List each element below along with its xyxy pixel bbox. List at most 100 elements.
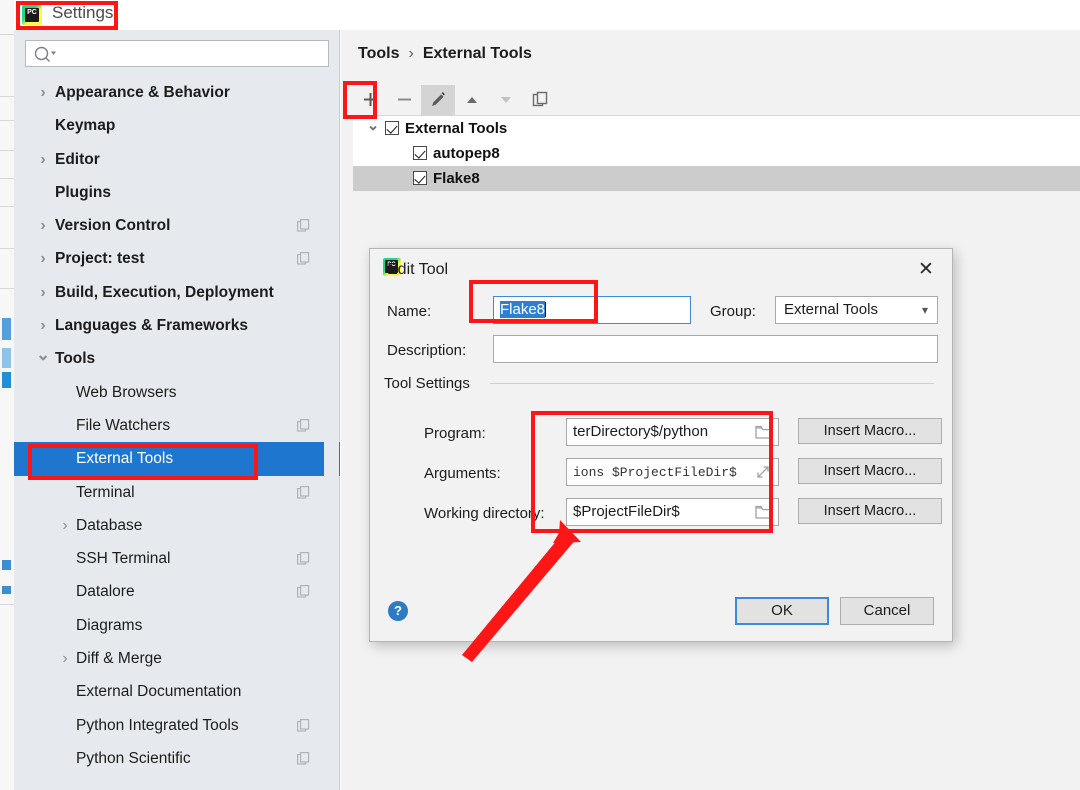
arguments-input-value: ions $ProjectFileDir$ [573, 465, 737, 480]
tool-enabled-checkbox[interactable] [413, 146, 427, 160]
sidebar-item-external-tools[interactable]: External Tools [14, 442, 340, 476]
chevron-right-icon[interactable]: › [36, 76, 50, 109]
sidebar-item-label: Database [76, 516, 143, 534]
tool-settings-group-label: Tool Settings [384, 375, 470, 392]
sidebar-item-label: Web Browsers [76, 383, 177, 401]
breadcrumb-root[interactable]: Tools [358, 45, 399, 62]
move-down-button [489, 85, 523, 115]
sidebar-item-appearance-behavior[interactable]: › Appearance & Behavior [14, 76, 340, 109]
sidebar-item-label: Diagrams [76, 616, 143, 634]
name-input[interactable]: Flake8 [493, 296, 691, 324]
tool-enabled-checkbox[interactable] [413, 171, 427, 185]
tool-list-row[interactable]: Flake8 [353, 166, 1080, 191]
chevron-right-icon[interactable]: › [58, 509, 72, 542]
breadcrumb: Tools › External Tools [358, 45, 532, 63]
background-window-sliver [0, 0, 14, 790]
folder-browse-icon[interactable] [755, 504, 772, 520]
project-scope-icon [297, 252, 310, 266]
sidebar-item-python-integrated-tools[interactable]: Python Integrated Tools [14, 709, 340, 742]
name-label: Name: [387, 303, 432, 320]
tool-list-row[interactable]: autopep8 [353, 141, 1080, 166]
sidebar-item-file-watchers[interactable]: File Watchers [14, 409, 340, 442]
name-input-value: Flake8 [500, 301, 546, 318]
chevron-right-icon[interactable]: › [36, 143, 50, 176]
sidebar-item-web-browsers[interactable]: Web Browsers [14, 376, 340, 409]
text-caret [545, 302, 547, 317]
search-icon [34, 46, 56, 62]
sidebar-item-build-execution-deployment[interactable]: › Build, Execution, Deployment [14, 276, 340, 309]
chevron-down-icon[interactable]: ⌄ [366, 116, 380, 141]
program-insert-macro-button[interactable]: Insert Macro... [798, 418, 942, 444]
program-input[interactable]: terDirectory$/python [566, 418, 779, 446]
chevron-right-icon[interactable]: › [36, 209, 50, 242]
sidebar-item-ssh-terminal[interactable]: SSH Terminal [14, 542, 340, 575]
arguments-insert-macro-button[interactable]: Insert Macro... [798, 458, 942, 484]
working-directory-input[interactable]: $ProjectFileDir$ [566, 498, 779, 526]
chevron-right-icon[interactable]: › [36, 242, 50, 275]
tool-list-row[interactable]: ⌄ External Tools [353, 116, 1080, 141]
arguments-input[interactable]: ions $ProjectFileDir$ [566, 458, 779, 486]
folder-browse-icon[interactable] [755, 424, 772, 440]
move-up-button[interactable] [455, 85, 489, 115]
add-button[interactable] [353, 85, 387, 115]
tool-list-row-label: Flake8 [433, 170, 480, 187]
dialog-title: Edit Tool [387, 261, 449, 278]
search-input[interactable] [25, 40, 329, 67]
arguments-label: Arguments: [424, 465, 501, 482]
remove-button[interactable] [387, 85, 421, 115]
breadcrumb-separator-icon: › [408, 45, 414, 62]
description-input[interactable] [493, 335, 938, 363]
project-scope-icon [297, 552, 310, 565]
cancel-button[interactable]: Cancel [840, 597, 934, 625]
group-select-value: External Tools [784, 301, 878, 318]
copy-icon [532, 91, 547, 107]
close-icon[interactable]: ✕ [914, 259, 938, 281]
sidebar-item-database[interactable]: › Database [14, 509, 340, 542]
tool-list-row-label: autopep8 [433, 145, 500, 162]
chevron-right-icon[interactable]: › [36, 276, 50, 309]
ok-button[interactable]: OK [735, 597, 829, 625]
chevron-down-icon: ▾ [921, 303, 928, 317]
sidebar-item-label: Tools [55, 350, 96, 368]
settings-category-tree[interactable]: › Appearance & Behavior Keymap › Editor Plugi… [14, 76, 340, 790]
project-scope-icon [297, 751, 310, 765]
tool-enabled-checkbox[interactable] [385, 121, 399, 135]
sidebar-scrollbar-track[interactable] [324, 76, 648, 790]
sidebar-item-label: Version Control [55, 217, 171, 235]
sidebar-item-editor[interactable]: › Editor [14, 143, 340, 176]
copy-button[interactable] [523, 85, 557, 115]
group-select[interactable]: External Tools ▾ [775, 296, 938, 324]
sidebar-item-keymap[interactable]: Keymap [14, 109, 340, 142]
sidebar-item-label: Appearance & Behavior [55, 84, 230, 101]
external-tools-list[interactable]: ⌄ External Tools autopep8 Flake8 [353, 116, 1080, 191]
working-directory-input-value: $ProjectFileDir$ [573, 503, 680, 520]
sidebar-item-label: Python Integrated Tools [76, 716, 239, 734]
sidebar-item-languages-frameworks[interactable]: › Languages & Frameworks [14, 309, 340, 342]
sidebar-item-project-test[interactable]: › Project: test [14, 242, 340, 275]
project-scope-icon [297, 419, 310, 432]
sidebar-item-label: Build, Execution, Deployment [55, 283, 274, 301]
sidebar-item-version-control[interactable]: › Version Control [14, 209, 340, 242]
help-button[interactable]: ? [388, 601, 408, 621]
working-directory-insert-macro-button[interactable]: Insert Macro... [798, 498, 942, 524]
chevron-right-icon[interactable]: › [58, 642, 72, 675]
working-directory-label: Working directory: [424, 505, 545, 522]
sidebar-item-tools[interactable]: ⌄ Tools [14, 342, 340, 375]
sidebar-item-python-scientific[interactable]: Python Scientific [14, 742, 340, 775]
edit-pencil-button[interactable] [421, 84, 455, 115]
chevron-down-icon[interactable]: ⌄ [36, 342, 50, 375]
sidebar-item-diff-merge[interactable]: › Diff & Merge [14, 642, 340, 675]
project-scope-icon [297, 219, 310, 232]
sidebar-item-label: SSH Terminal [76, 550, 171, 568]
sidebar-item-plugins[interactable]: Plugins [14, 176, 340, 209]
sidebar-item-datalore[interactable]: Datalore [14, 575, 340, 608]
tool-list-row-label: External Tools [405, 120, 508, 137]
pencil-icon [432, 91, 445, 106]
breadcrumb-current: External Tools [422, 45, 532, 62]
chevron-right-icon[interactable]: › [36, 309, 50, 342]
pycharm-logo-icon: PC [22, 5, 42, 25]
sidebar-item-diagrams[interactable]: Diagrams [14, 609, 340, 642]
sidebar-item-external-documentation[interactable]: External Documentation [14, 675, 340, 708]
sidebar-item-terminal[interactable]: Terminal [14, 476, 340, 509]
expand-editor-icon[interactable] [755, 464, 772, 480]
